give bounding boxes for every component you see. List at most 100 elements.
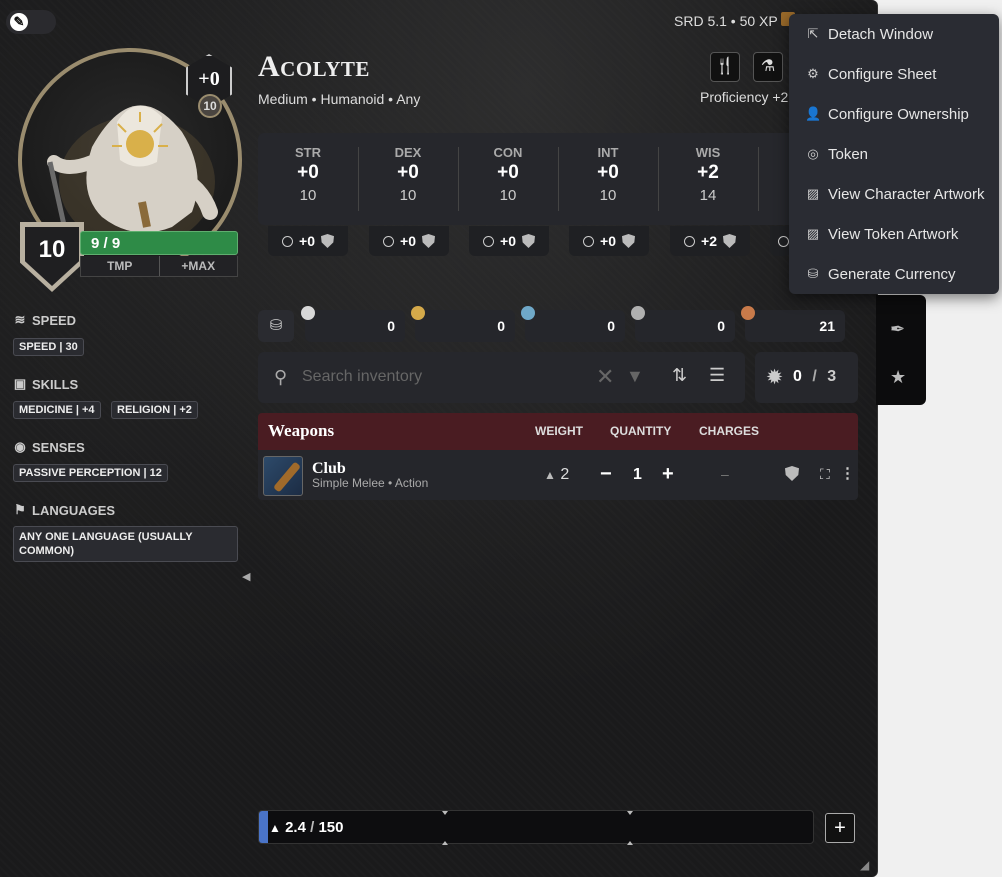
item-quantity[interactable]: 1: [633, 466, 642, 484]
equipped-shield-icon[interactable]: [785, 466, 799, 481]
ability-mod: +2: [697, 162, 719, 183]
attunement-max: 3: [827, 368, 837, 385]
initiative-mod: +0: [198, 68, 220, 90]
menu-item-configure-sheet[interactable]: ⚙ Configure Sheet: [789, 54, 999, 94]
quantity-increment-button[interactable]: +: [662, 463, 674, 486]
ability-mod: +0: [597, 162, 619, 183]
speed-pill[interactable]: SPEED | 30: [13, 338, 84, 356]
character-name[interactable]: Acolyte: [258, 50, 370, 84]
character-subtitle: Medium • Humanoid • Any: [258, 91, 421, 107]
menu-item-view-token-artwork[interactable]: ▨ View Token Artwork: [789, 214, 999, 254]
currency-sp[interactable]: 0: [631, 306, 735, 342]
saving-throw-dex[interactable]: +0: [369, 226, 449, 256]
currency-value[interactable]: 0: [717, 318, 725, 334]
item-icon-club[interactable]: [263, 456, 303, 496]
character-sheet-window: ✎ +0 10 10 9 / 9 TMP +MAX SRD 5.1 • 50 X…: [0, 0, 878, 877]
briefcase-icon: ▣: [13, 376, 27, 391]
ability-str[interactable]: STR +0 10: [258, 133, 358, 225]
long-rest-button[interactable]: ⚗: [753, 52, 783, 82]
menu-item-detach-window[interactable]: ⇱ Detach Window: [789, 14, 999, 54]
expand-icon[interactable]: ⛶: [820, 466, 830, 483]
save-value: +2: [701, 233, 717, 249]
column-charges: CHARGES: [699, 424, 760, 438]
sheet-tabs: ✒ ★: [876, 295, 926, 405]
column-weight: WEIGHT: [535, 424, 583, 438]
ability-con[interactable]: CON +0 10: [458, 133, 558, 225]
add-item-button[interactable]: +: [825, 813, 855, 843]
attunement-sun-icon: ✹: [767, 367, 783, 387]
menu-item-token[interactable]: ◎ Token: [789, 134, 999, 174]
currency-value[interactable]: 0: [387, 318, 395, 334]
filter-icon[interactable]: ▼: [626, 366, 644, 387]
saving-throw-cha[interactable]: [770, 226, 790, 256]
feather-icon[interactable]: ✒: [890, 319, 905, 340]
proficiency-toggle-icon[interactable]: [684, 235, 696, 247]
skill-pill-medicine[interactable]: MEDICINE | +4: [13, 401, 101, 419]
group-layers-icon[interactable]: ☰: [709, 365, 725, 386]
menu-item-configure-ownership[interactable]: 👤 Configure Ownership: [789, 94, 999, 134]
inventory-row[interactable]: Club Simple Melee • Action ▲ 2 − 1 + – ⛶…: [258, 450, 858, 500]
clear-search-icon[interactable]: ✕: [596, 364, 614, 390]
currency-value[interactable]: 0: [607, 318, 615, 334]
search-input[interactable]: [302, 366, 582, 388]
languages-pill[interactable]: ANY ONE LANGUAGE (USUALLY COMMON): [13, 526, 238, 562]
max-hp-bonus-field[interactable]: +MAX: [158, 256, 238, 276]
ability-score[interactable]: 10: [558, 187, 658, 204]
ability-abbr: WIS: [695, 145, 721, 160]
saving-throw-wis[interactable]: +2: [670, 226, 750, 256]
ability-int[interactable]: INT +0 10: [558, 133, 658, 225]
proficiency-toggle-icon[interactable]: [383, 235, 395, 247]
hit-points-bar[interactable]: 9 / 9: [80, 231, 238, 255]
proficiency-toggle-icon[interactable]: [583, 235, 595, 247]
skills-heading: ▣ SKILLS: [13, 376, 79, 392]
ability-score[interactable]: 10: [258, 187, 358, 204]
saving-throw-con[interactable]: +0: [469, 226, 549, 256]
currency-value[interactable]: 0: [497, 318, 505, 334]
currency-cp[interactable]: 21: [741, 306, 845, 342]
weight-icon: ▲: [269, 821, 281, 835]
short-rest-button[interactable]: 🍴: [710, 52, 740, 82]
inventory-category-title: Weapons: [268, 421, 335, 440]
collapse-sidebar-icon[interactable]: ◀: [242, 570, 250, 583]
external-link-icon: ⇱: [807, 26, 819, 41]
item-menu-icon[interactable]: ⋮: [840, 464, 855, 482]
menu-item-view-character-artwork[interactable]: ▨ View Character Artwork: [789, 174, 999, 214]
edit-mode-toggle[interactable]: ✎: [6, 10, 56, 34]
plus-icon: +: [834, 817, 846, 839]
armor-class-shield[interactable]: 10: [20, 222, 84, 292]
ability-mod: +0: [497, 162, 519, 183]
saving-throw-int[interactable]: +0: [569, 226, 649, 256]
proficiency-toggle-icon[interactable]: [778, 235, 789, 247]
sheet-context-menu: ⇱ Detach Window ⚙ Configure Sheet 👤 Conf…: [789, 14, 999, 294]
save-value: +0: [500, 233, 516, 249]
silver-coin-icon: [631, 306, 645, 320]
currency-convert-button[interactable]: ⛁: [258, 310, 294, 342]
ability-score[interactable]: 10: [458, 187, 558, 204]
skill-pill-religion[interactable]: RELIGION | +2: [111, 401, 198, 419]
ability-score[interactable]: 10: [358, 187, 458, 204]
ability-dex[interactable]: DEX +0 10: [358, 133, 458, 225]
quantity-decrement-button[interactable]: −: [600, 463, 612, 486]
sort-icon[interactable]: ⇅: [672, 365, 687, 386]
temp-hp-field[interactable]: TMP: [81, 256, 159, 276]
currency-pp[interactable]: 0: [301, 306, 405, 342]
proficiency-toggle-icon[interactable]: [282, 235, 294, 247]
languages-heading: ⚑ LANGUAGES: [12, 502, 115, 518]
item-subtitle: Simple Melee • Action: [312, 476, 429, 490]
ability-wis[interactable]: WIS +2 14: [658, 133, 758, 225]
proficiency-toggle-icon[interactable]: [483, 235, 495, 247]
save-value: +0: [299, 233, 315, 249]
electrum-coin-icon: [521, 306, 535, 320]
shield-icon: [320, 234, 334, 248]
saving-throw-str[interactable]: +0: [268, 226, 348, 256]
window-resize-handle[interactable]: ◢: [860, 858, 869, 872]
menu-item-generate-currency[interactable]: ⛁ Generate Currency: [789, 254, 999, 294]
senses-pill[interactable]: PASSIVE PERCEPTION | 12: [13, 464, 168, 482]
initiative-d20[interactable]: +0 10: [186, 54, 232, 118]
ability-score[interactable]: 14: [658, 187, 758, 204]
currency-ep[interactable]: 0: [521, 306, 625, 342]
currency-gp[interactable]: 0: [411, 306, 515, 342]
star-icon[interactable]: ★: [890, 367, 906, 388]
attunement-current: 0: [793, 368, 802, 385]
currency-value[interactable]: 21: [819, 318, 835, 334]
